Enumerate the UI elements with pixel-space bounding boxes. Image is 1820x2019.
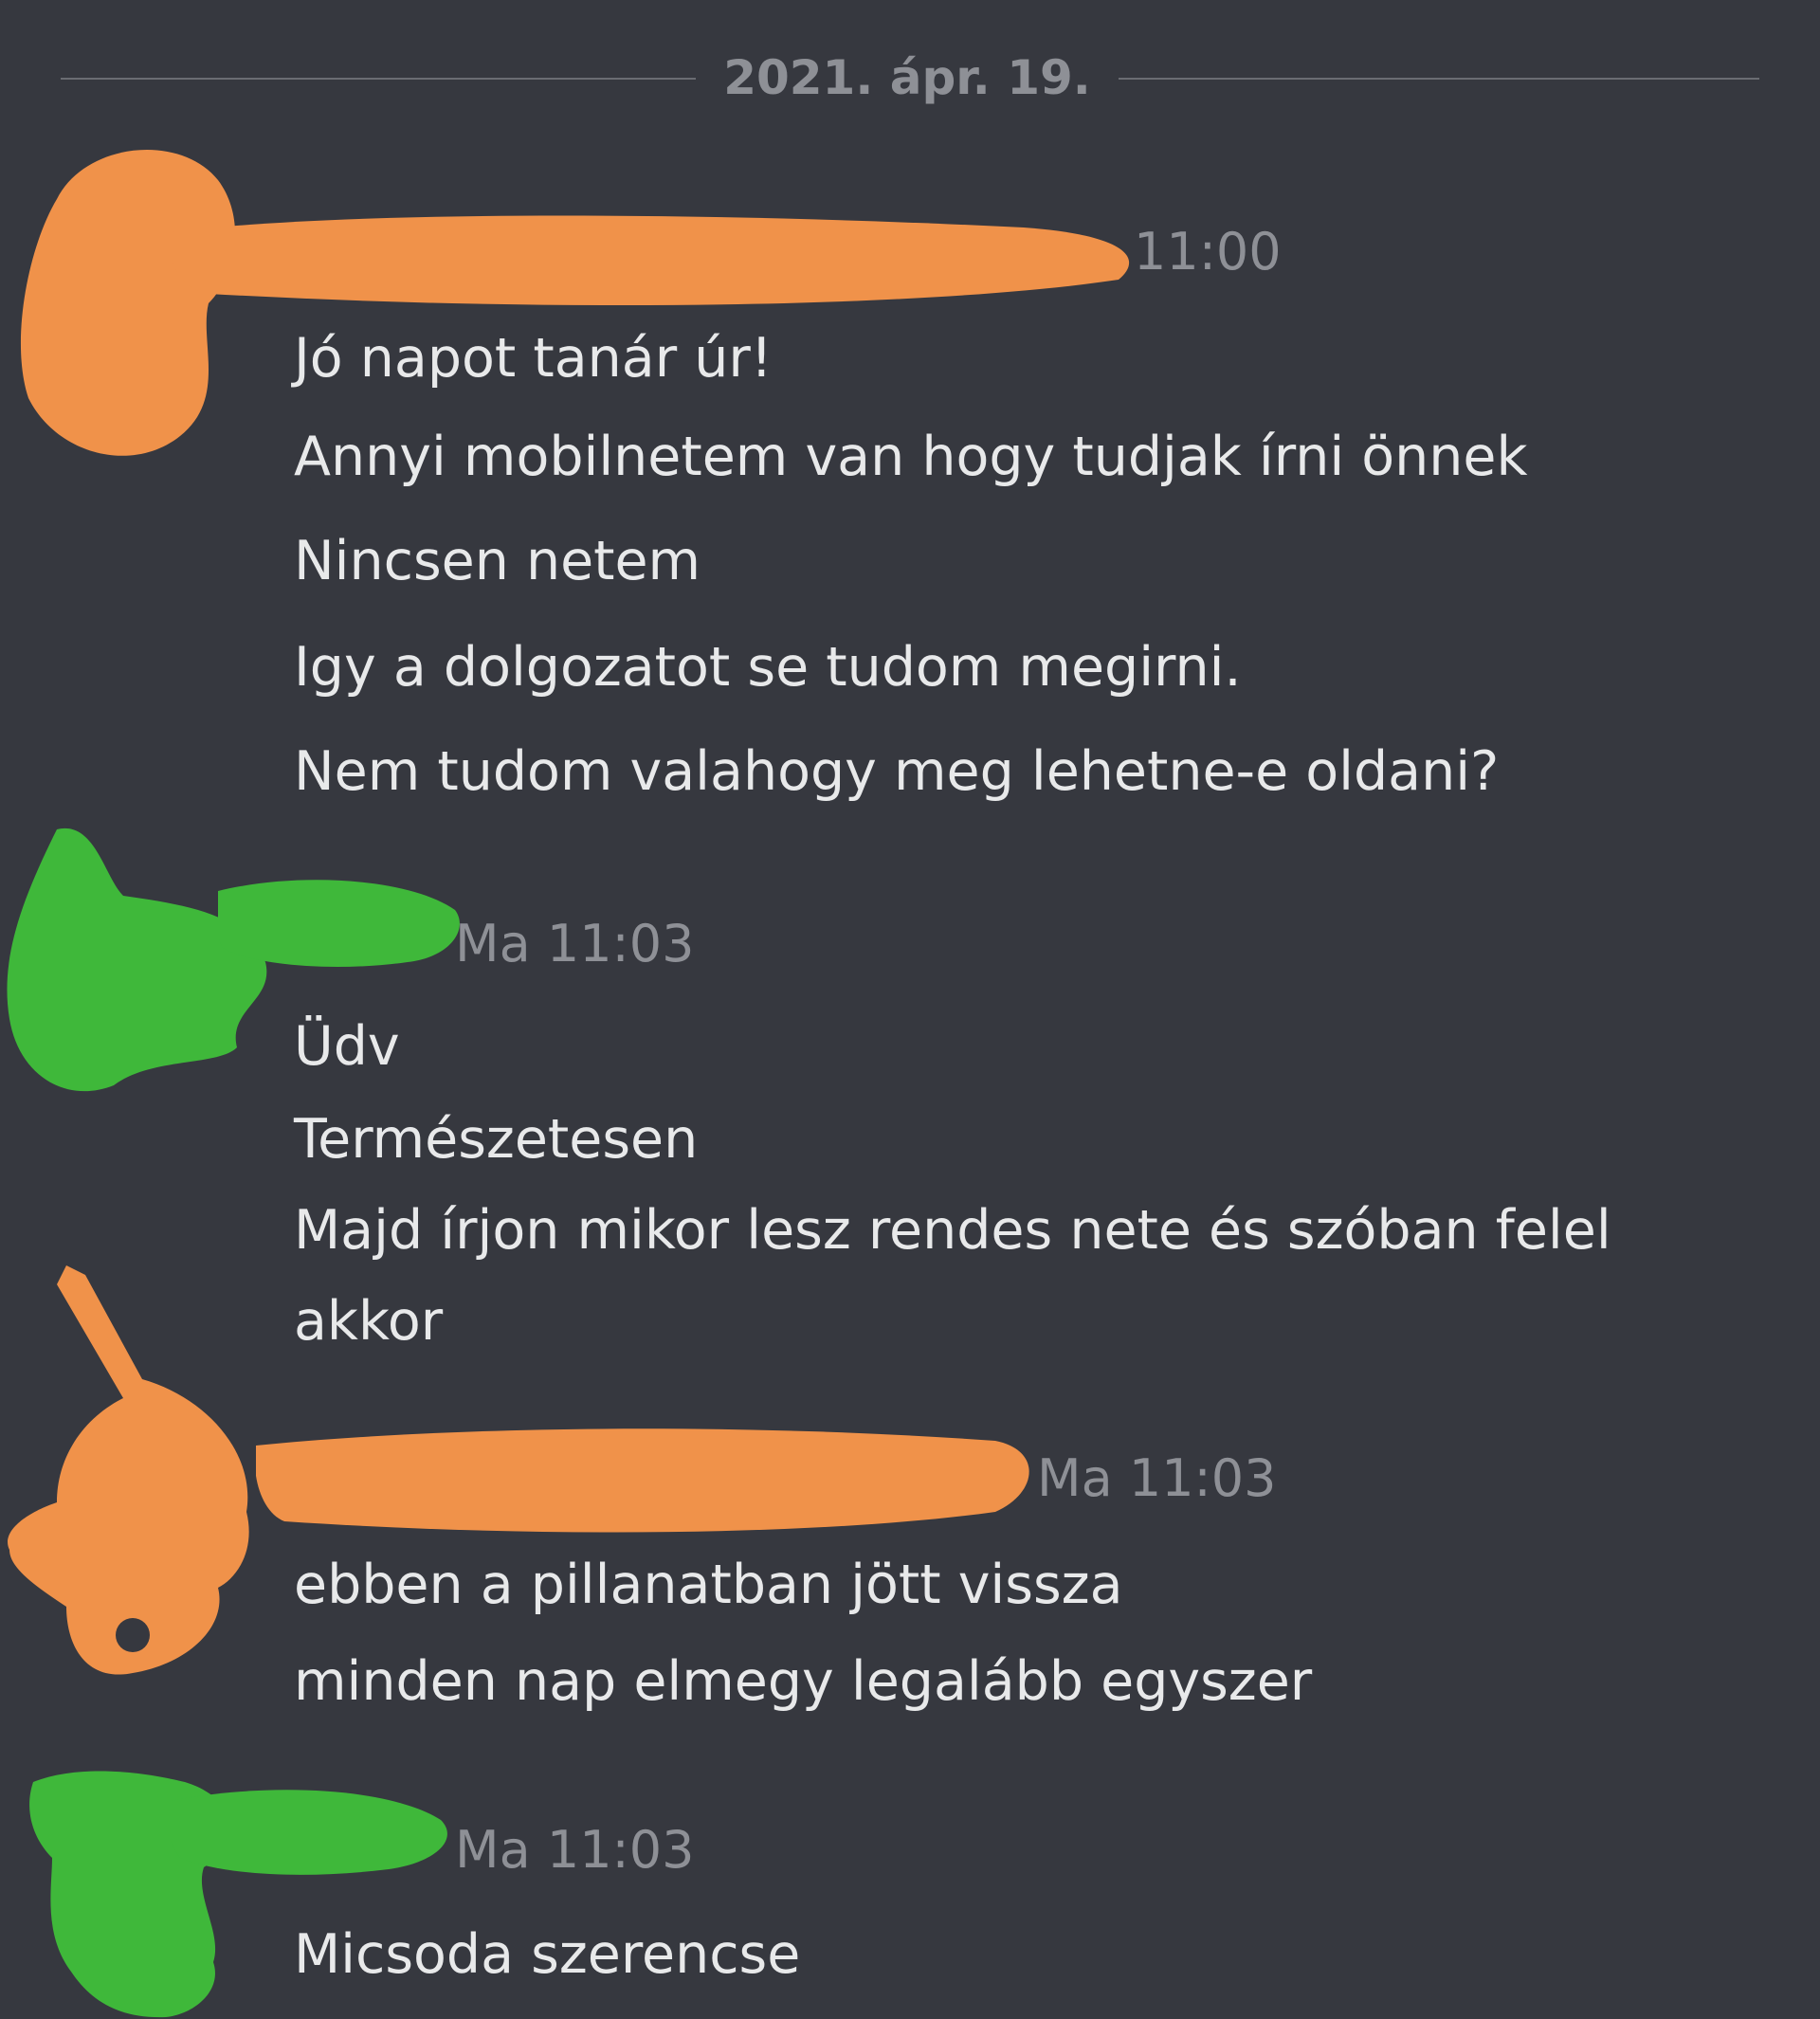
- message-timestamp: 11:00: [1134, 222, 1282, 282]
- redacted-username[interactable]: [254, 1427, 1033, 1544]
- date-divider: 2021. ápr. 19.: [61, 50, 1759, 105]
- message-line: Majd írjon mikor lesz rendes nete és szó…: [294, 1199, 1611, 1262]
- redaction-bar-icon: [168, 1790, 447, 1875]
- redaction-stroke: [254, 1428, 1029, 1533]
- redaction-stroke: [170, 215, 1130, 305]
- redaction-bar-icon: [214, 880, 460, 967]
- message-line: Jó napot tanár úr!: [294, 327, 773, 390]
- redaction-bar-icon: [254, 1428, 1029, 1533]
- message-line: Nem tudom valahogy meg lehetne-e oldani?: [294, 740, 1500, 803]
- date-separator-label: 2021. ápr. 19.: [723, 50, 1091, 105]
- message-line: Micsoda szerencse: [294, 1923, 801, 1986]
- redacted-username[interactable]: [214, 872, 464, 980]
- message-line: Nincsen netem: [294, 530, 701, 592]
- message-line: Természetesen: [294, 1108, 699, 1171]
- redaction-stroke: [214, 880, 460, 967]
- message-line: Üdv: [294, 1015, 400, 1078]
- redacted-avatar-icon: [8, 1265, 249, 1675]
- message-line: minden nap elmegy legalább egyszer: [294, 1650, 1313, 1713]
- divider-line-right: [1119, 78, 1759, 80]
- message-line: Annyi mobilnetem van hogy tudjak írni ön…: [294, 426, 1528, 488]
- redaction-hole: [116, 1618, 150, 1652]
- message-line: ebben a pillanatban jött vissza: [294, 1554, 1123, 1616]
- message-line: Igy a dolgozatot se tudom megirni.: [294, 636, 1242, 699]
- message-timestamp: Ma 11:03: [455, 914, 695, 973]
- redacted-username[interactable]: [170, 204, 1147, 321]
- divider-line-left: [61, 78, 696, 80]
- message-timestamp: Ma 11:03: [455, 1820, 695, 1880]
- message-timestamp: Ma 11:03: [1037, 1448, 1277, 1508]
- redaction-bar-icon: [170, 215, 1130, 305]
- redacted-username[interactable]: [168, 1782, 455, 1890]
- avatar[interactable]: [0, 1265, 284, 1682]
- redaction-scribble: [8, 1265, 249, 1675]
- message-line: akkor: [294, 1290, 444, 1353]
- redaction-stroke: [168, 1790, 447, 1875]
